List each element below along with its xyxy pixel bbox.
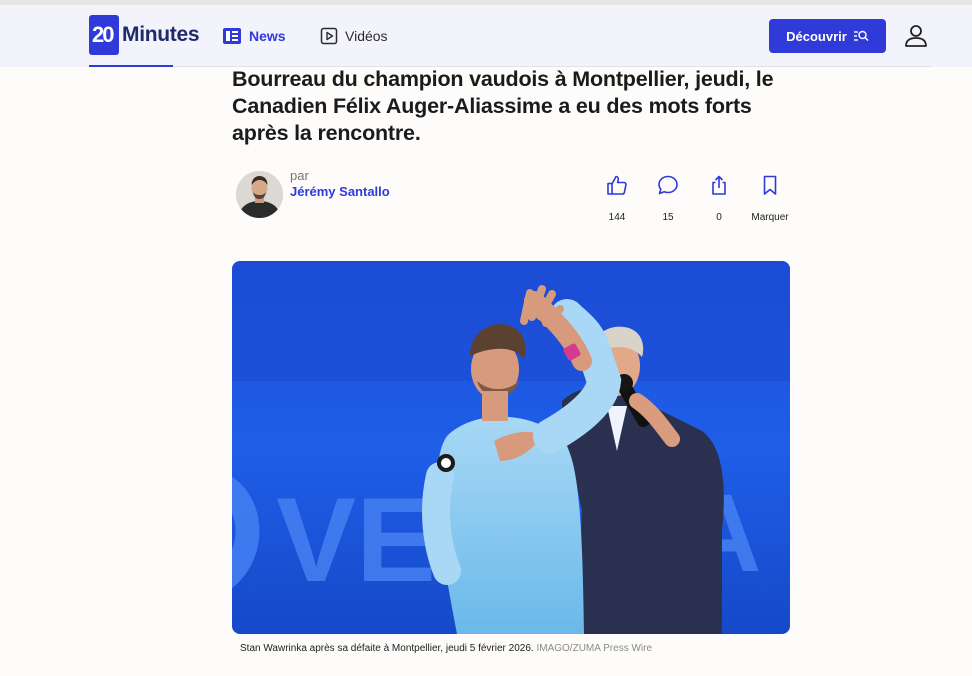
comment-count: 15 [662,212,674,223]
logo-mark-text: 20 [92,22,115,47]
caption-text: Stan Wawrinka après sa défaite à Montpel… [240,643,534,654]
user-account-icon[interactable] [903,23,929,49]
comment-icon [658,175,678,195]
share-count: 0 [716,212,722,223]
bookmark-button[interactable]: Marquer [745,174,795,223]
byline-prefix: par [290,168,309,183]
search-list-icon [853,30,869,42]
active-section-indicator [89,65,173,67]
author-link[interactable]: Jérémy Santallo [290,184,390,199]
play-icon [320,27,338,45]
site-logo[interactable]: 20 Minutes [89,15,200,55]
discover-button[interactable]: Découvrir [769,19,886,53]
bookmark-label: Marquer [751,212,789,223]
article-headline: Bourreau du champion vaudois à Montpelli… [232,67,774,145]
logo-mark: 20 [89,15,119,55]
article-photo[interactable]: VE A [232,261,790,634]
thumbs-up-icon [607,175,627,195]
share-icon [712,175,726,195]
like-count: 144 [608,212,626,223]
nav-videos-label: Vidéos [345,28,388,44]
nav-videos[interactable]: Vidéos [320,24,388,48]
photo-caption: Stan Wawrinka après sa défaite à Montpel… [240,643,652,654]
newspaper-icon [223,28,241,44]
logo-text: Minutes [122,23,200,46]
photo-background-text: VE [276,473,436,607]
share-button[interactable]: 0 [694,174,744,223]
nav-news[interactable]: News [222,24,286,48]
bookmark-icon [763,175,777,195]
photo-credit: IMAGO/ZUMA Press Wire [536,643,653,654]
author-avatar[interactable] [236,171,283,218]
nav-news-label: News [249,28,286,44]
like-button[interactable]: 144 [592,174,642,223]
comment-button[interactable]: 15 [643,174,693,223]
discover-label: Découvrir [786,28,847,44]
